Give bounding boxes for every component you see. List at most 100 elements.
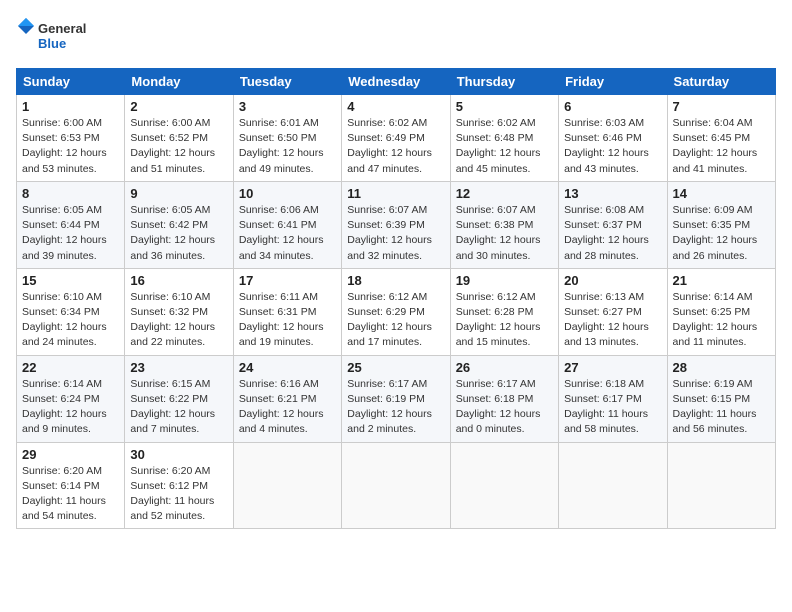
calendar-cell xyxy=(667,442,775,529)
calendar-cell: 5 Sunrise: 6:02 AM Sunset: 6:48 PM Daylig… xyxy=(450,95,558,182)
calendar-cell: 10 Sunrise: 6:06 AM Sunset: 6:41 PM Dayli… xyxy=(233,181,341,268)
calendar-cell: 28 Sunrise: 6:19 AM Sunset: 6:15 PM Dayli… xyxy=(667,355,775,442)
day-info: Sunrise: 6:17 AM Sunset: 6:19 PM Dayligh… xyxy=(347,377,444,438)
day-number: 16 xyxy=(130,273,227,288)
calendar-cell: 13 Sunrise: 6:08 AM Sunset: 6:37 PM Dayli… xyxy=(559,181,667,268)
calendar-cell xyxy=(559,442,667,529)
day-info: Sunrise: 6:06 AM Sunset: 6:41 PM Dayligh… xyxy=(239,203,336,264)
weekday-header: Monday xyxy=(125,69,233,95)
page-header: General Blue xyxy=(16,16,776,58)
day-info: Sunrise: 6:12 AM Sunset: 6:29 PM Dayligh… xyxy=(347,290,444,351)
calendar-cell: 25Sunrise: 6:17 AM Sunset: 6:19 PM Dayli… xyxy=(342,355,450,442)
calendar-cell: 14 Sunrise: 6:09 AM Sunset: 6:35 PM Dayli… xyxy=(667,181,775,268)
calendar-cell: 4Sunrise: 6:02 AM Sunset: 6:49 PM Daylig… xyxy=(342,95,450,182)
day-info: Sunrise: 6:16 AM Sunset: 6:21 PM Dayligh… xyxy=(239,377,336,438)
day-number: 24 xyxy=(239,360,336,375)
day-number: 10 xyxy=(239,186,336,201)
day-info: Sunrise: 6:00 AM Sunset: 6:52 PM Dayligh… xyxy=(130,116,227,177)
calendar-cell: 7 Sunrise: 6:04 AM Sunset: 6:45 PM Daylig… xyxy=(667,95,775,182)
day-number: 1 xyxy=(22,99,119,114)
calendar-week-row: 22 Sunrise: 6:14 AM Sunset: 6:24 PM Dayli… xyxy=(17,355,776,442)
day-info: Sunrise: 6:09 AM Sunset: 6:35 PM Dayligh… xyxy=(673,203,770,264)
day-number: 13 xyxy=(564,186,661,201)
day-info: Sunrise: 6:04 AM Sunset: 6:45 PM Dayligh… xyxy=(673,116,770,177)
weekday-header: Sunday xyxy=(17,69,125,95)
day-info: Sunrise: 6:05 AM Sunset: 6:44 PM Dayligh… xyxy=(22,203,119,264)
calendar-cell xyxy=(233,442,341,529)
day-number: 23 xyxy=(130,360,227,375)
day-info: Sunrise: 6:08 AM Sunset: 6:37 PM Dayligh… xyxy=(564,203,661,264)
day-number: 8 xyxy=(22,186,119,201)
day-info: Sunrise: 6:12 AM Sunset: 6:28 PM Dayligh… xyxy=(456,290,553,351)
day-number: 18 xyxy=(347,273,444,288)
day-number: 3 xyxy=(239,99,336,114)
weekday-header: Wednesday xyxy=(342,69,450,95)
calendar-cell: 6 Sunrise: 6:03 AM Sunset: 6:46 PM Daylig… xyxy=(559,95,667,182)
calendar-cell: 30Sunrise: 6:20 AM Sunset: 6:12 PM Dayli… xyxy=(125,442,233,529)
day-number: 28 xyxy=(673,360,770,375)
calendar-cell: 12 Sunrise: 6:07 AM Sunset: 6:38 PM Dayli… xyxy=(450,181,558,268)
day-info: Sunrise: 6:20 AM Sunset: 6:12 PM Dayligh… xyxy=(130,464,227,525)
day-info: Sunrise: 6:17 AM Sunset: 6:18 PM Dayligh… xyxy=(456,377,553,438)
day-number: 5 xyxy=(456,99,553,114)
calendar-cell xyxy=(450,442,558,529)
day-number: 14 xyxy=(673,186,770,201)
calendar-cell: 3 Sunrise: 6:01 AM Sunset: 6:50 PM Daylig… xyxy=(233,95,341,182)
day-info: Sunrise: 6:18 AM Sunset: 6:17 PM Dayligh… xyxy=(564,377,661,438)
weekday-header: Tuesday xyxy=(233,69,341,95)
day-number: 22 xyxy=(22,360,119,375)
calendar-week-row: 15Sunrise: 6:10 AM Sunset: 6:34 PM Dayli… xyxy=(17,268,776,355)
day-info: Sunrise: 6:07 AM Sunset: 6:38 PM Dayligh… xyxy=(456,203,553,264)
calendar-cell: 24 Sunrise: 6:16 AM Sunset: 6:21 PM Dayli… xyxy=(233,355,341,442)
calendar-cell: 19 Sunrise: 6:12 AM Sunset: 6:28 PM Dayli… xyxy=(450,268,558,355)
day-number: 21 xyxy=(673,273,770,288)
weekday-header: Saturday xyxy=(667,69,775,95)
day-number: 9 xyxy=(130,186,227,201)
calendar-cell: 17Sunrise: 6:11 AM Sunset: 6:31 PM Dayli… xyxy=(233,268,341,355)
day-number: 20 xyxy=(564,273,661,288)
calendar-cell: 16 Sunrise: 6:10 AM Sunset: 6:32 PM Dayli… xyxy=(125,268,233,355)
day-number: 19 xyxy=(456,273,553,288)
day-info: Sunrise: 6:15 AM Sunset: 6:22 PM Dayligh… xyxy=(130,377,227,438)
calendar-cell: 27 Sunrise: 6:18 AM Sunset: 6:17 PM Dayli… xyxy=(559,355,667,442)
day-info: Sunrise: 6:10 AM Sunset: 6:34 PM Dayligh… xyxy=(22,290,119,351)
logo: General Blue xyxy=(16,16,96,58)
calendar-cell: 22 Sunrise: 6:14 AM Sunset: 6:24 PM Dayli… xyxy=(17,355,125,442)
calendar-cell: 21 Sunrise: 6:14 AM Sunset: 6:25 PM Dayli… xyxy=(667,268,775,355)
day-info: Sunrise: 6:20 AM Sunset: 6:14 PM Dayligh… xyxy=(22,464,119,525)
day-info: Sunrise: 6:07 AM Sunset: 6:39 PM Dayligh… xyxy=(347,203,444,264)
day-info: Sunrise: 6:03 AM Sunset: 6:46 PM Dayligh… xyxy=(564,116,661,177)
day-number: 7 xyxy=(673,99,770,114)
calendar-cell: 20Sunrise: 6:13 AM Sunset: 6:27 PM Dayli… xyxy=(559,268,667,355)
day-number: 6 xyxy=(564,99,661,114)
day-info: Sunrise: 6:19 AM Sunset: 6:15 PM Dayligh… xyxy=(673,377,770,438)
calendar-cell: 18 Sunrise: 6:12 AM Sunset: 6:29 PM Dayli… xyxy=(342,268,450,355)
svg-text:General: General xyxy=(38,21,86,36)
weekday-header: Thursday xyxy=(450,69,558,95)
calendar-cell: 29Sunrise: 6:20 AM Sunset: 6:14 PM Dayli… xyxy=(17,442,125,529)
day-info: Sunrise: 6:02 AM Sunset: 6:48 PM Dayligh… xyxy=(456,116,553,177)
calendar-table: SundayMondayTuesdayWednesdayThursdayFrid… xyxy=(16,68,776,529)
logo-svg: General Blue xyxy=(16,16,96,58)
day-info: Sunrise: 6:11 AM Sunset: 6:31 PM Dayligh… xyxy=(239,290,336,351)
day-info: Sunrise: 6:01 AM Sunset: 6:50 PM Dayligh… xyxy=(239,116,336,177)
calendar-week-row: 29Sunrise: 6:20 AM Sunset: 6:14 PM Dayli… xyxy=(17,442,776,529)
calendar-cell: 1 Sunrise: 6:00 AM Sunset: 6:53 PM Daylig… xyxy=(17,95,125,182)
calendar-cell: 8 Sunrise: 6:05 AM Sunset: 6:44 PM Daylig… xyxy=(17,181,125,268)
day-info: Sunrise: 6:14 AM Sunset: 6:24 PM Dayligh… xyxy=(22,377,119,438)
calendar-cell: 26 Sunrise: 6:17 AM Sunset: 6:18 PM Dayli… xyxy=(450,355,558,442)
day-info: Sunrise: 6:10 AM Sunset: 6:32 PM Dayligh… xyxy=(130,290,227,351)
weekday-header: Friday xyxy=(559,69,667,95)
day-info: Sunrise: 6:14 AM Sunset: 6:25 PM Dayligh… xyxy=(673,290,770,351)
calendar-cell: 11Sunrise: 6:07 AM Sunset: 6:39 PM Dayli… xyxy=(342,181,450,268)
day-number: 27 xyxy=(564,360,661,375)
day-number: 12 xyxy=(456,186,553,201)
day-info: Sunrise: 6:00 AM Sunset: 6:53 PM Dayligh… xyxy=(22,116,119,177)
calendar-cell: 15Sunrise: 6:10 AM Sunset: 6:34 PM Dayli… xyxy=(17,268,125,355)
calendar-week-row: 8 Sunrise: 6:05 AM Sunset: 6:44 PM Daylig… xyxy=(17,181,776,268)
calendar-week-row: 1 Sunrise: 6:00 AM Sunset: 6:53 PM Daylig… xyxy=(17,95,776,182)
calendar-cell: 23 Sunrise: 6:15 AM Sunset: 6:22 PM Dayli… xyxy=(125,355,233,442)
day-info: Sunrise: 6:05 AM Sunset: 6:42 PM Dayligh… xyxy=(130,203,227,264)
day-number: 26 xyxy=(456,360,553,375)
day-info: Sunrise: 6:02 AM Sunset: 6:49 PM Dayligh… xyxy=(347,116,444,177)
